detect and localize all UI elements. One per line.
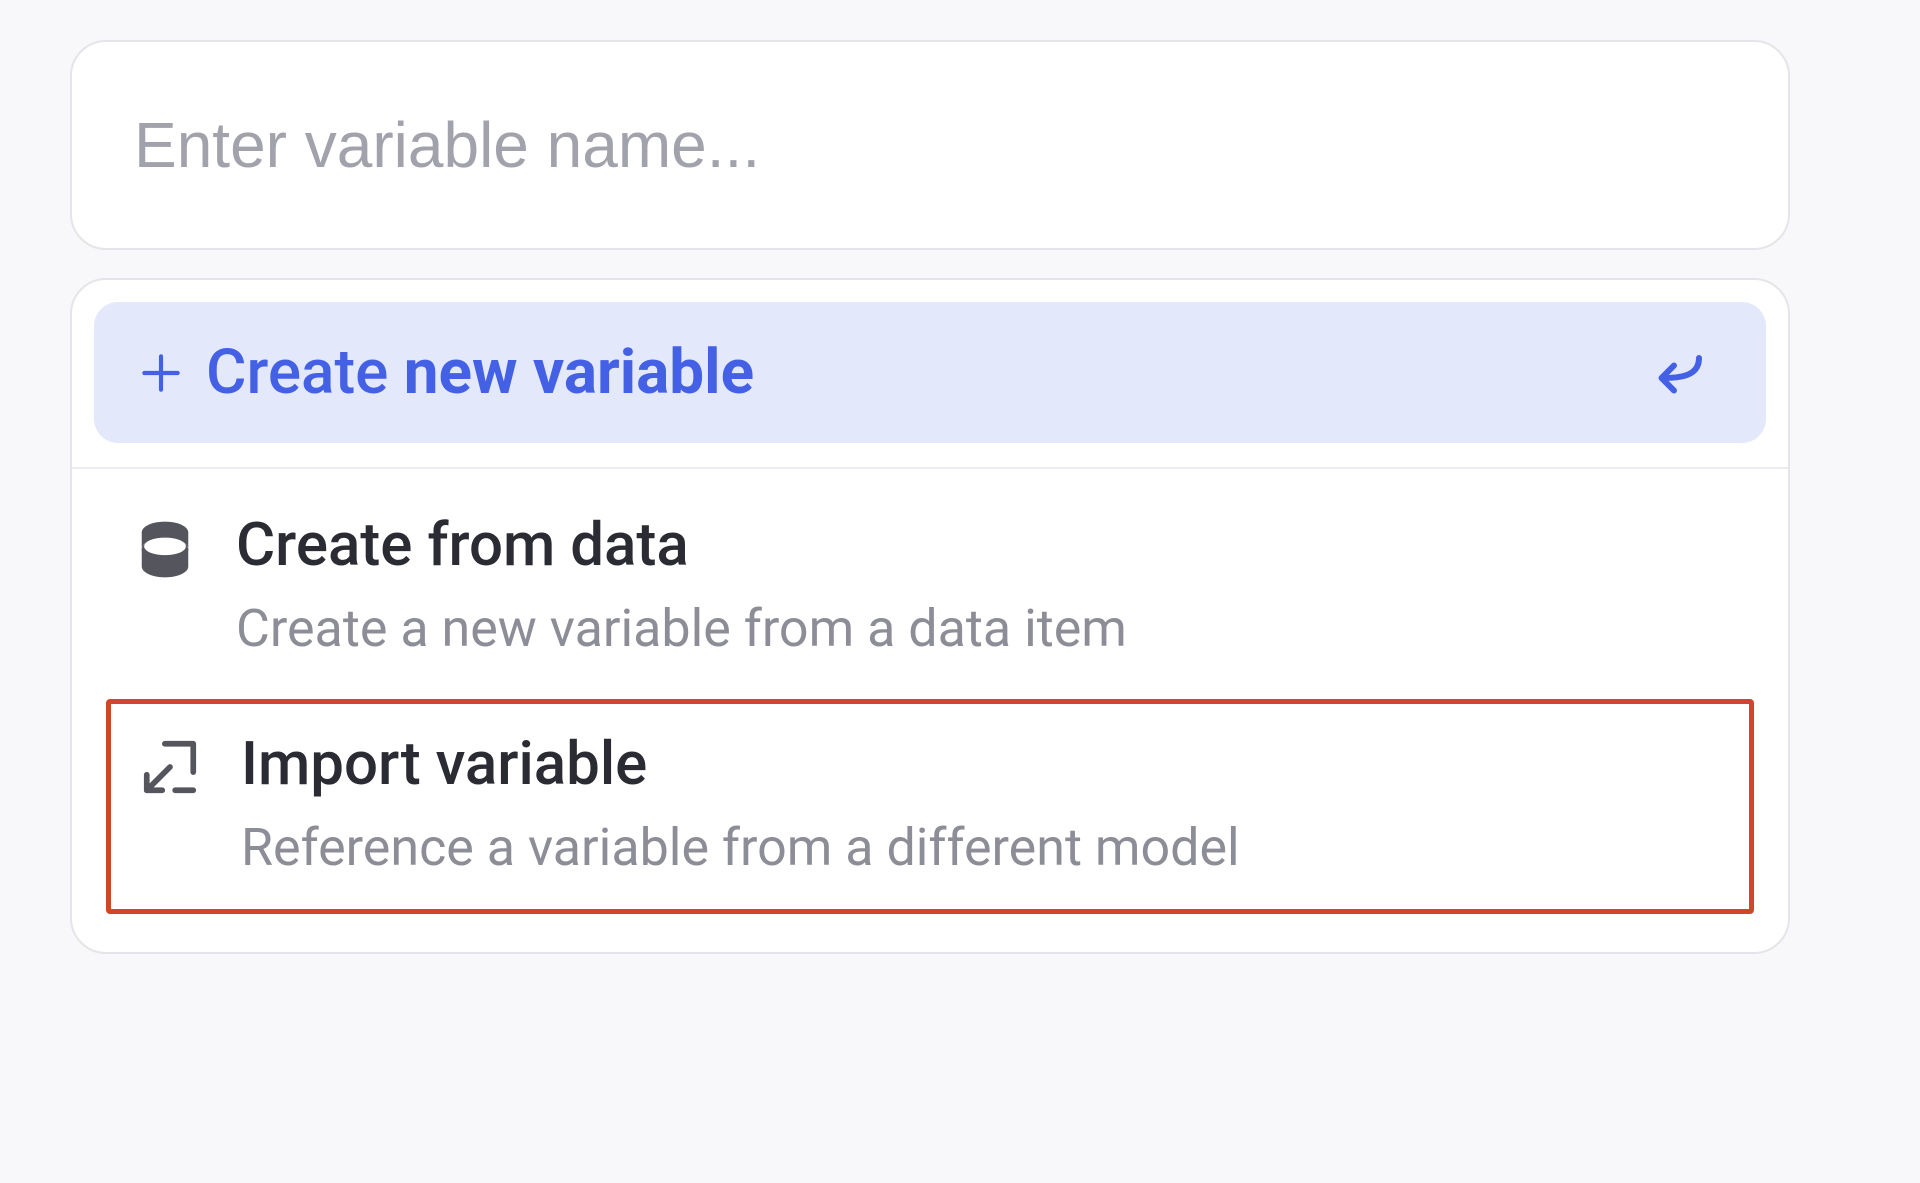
import-variable-title: Import variable xyxy=(241,728,1709,800)
create-from-data-title: Create from data xyxy=(236,509,1726,581)
options-panel: Create new variable xyxy=(70,278,1790,954)
import-icon xyxy=(139,728,241,798)
create-new-variable-label: Create new variable xyxy=(206,336,1634,409)
variable-creator-dropdown: Create new variable xyxy=(70,40,1790,954)
import-variable-highlight: Import variable Reference a variable fro… xyxy=(106,699,1754,915)
variable-name-input[interactable] xyxy=(134,108,1726,182)
create-new-bold: new variable xyxy=(404,336,754,409)
import-variable-text: Import variable Reference a variable fro… xyxy=(241,728,1709,882)
create-new-variable-option[interactable]: Create new variable xyxy=(94,302,1766,443)
database-icon xyxy=(134,509,236,583)
plus-icon xyxy=(136,348,206,398)
create-from-data-text: Create from data Create a new variable f… xyxy=(236,509,1726,663)
variable-name-input-wrapper[interactable] xyxy=(70,40,1790,250)
create-from-data-subtitle: Create a new variable from a data item xyxy=(236,595,1726,663)
create-from-data-option[interactable]: Create from data Create a new variable f… xyxy=(94,469,1766,699)
import-variable-option[interactable]: Import variable Reference a variable fro… xyxy=(111,710,1749,910)
import-variable-subtitle: Reference a variable from a different mo… xyxy=(241,814,1709,882)
enter-key-icon xyxy=(1634,343,1714,403)
create-new-prefix: Create xyxy=(206,336,404,409)
